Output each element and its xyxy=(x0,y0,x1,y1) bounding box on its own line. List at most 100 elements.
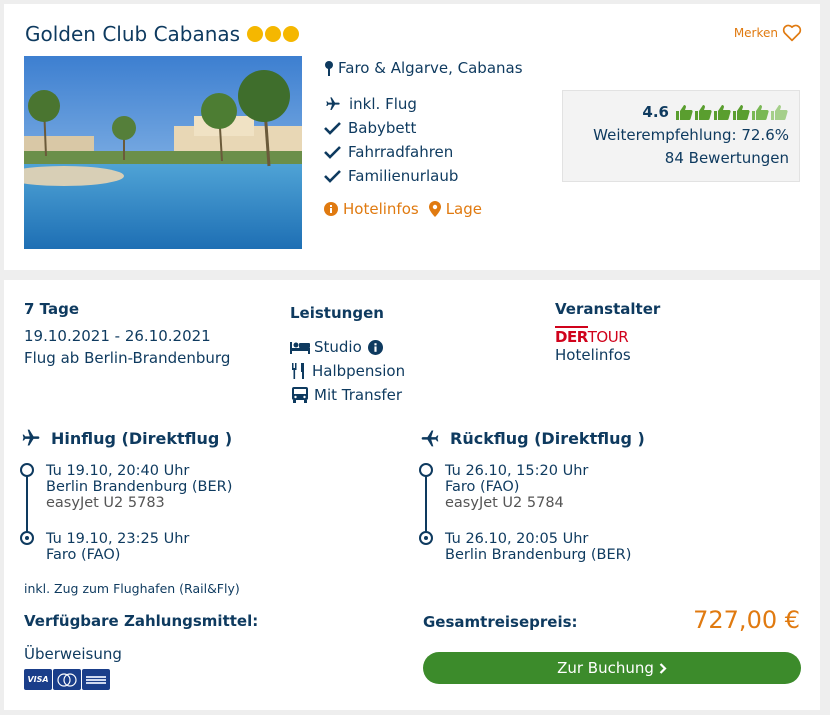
outbound-title: Hinflug (Direktflug ) xyxy=(51,428,233,448)
departure-airport: Faro (FAO) xyxy=(445,479,520,495)
rating-score: 4.6 xyxy=(642,103,669,121)
departure-dot xyxy=(20,463,34,477)
service-label: Studio xyxy=(314,338,362,356)
feature-label: Familienurlaub xyxy=(348,167,459,185)
flight-timeline xyxy=(26,470,28,540)
outbound-header: Hinflug (Direktflug ) xyxy=(20,428,350,448)
hotel-stars xyxy=(247,26,301,42)
book-button[interactable]: Zur Buchung xyxy=(423,652,801,684)
arrival-dot xyxy=(20,531,34,545)
flight-carrier: easyJet U2 5784 xyxy=(445,495,564,511)
flight-timeline xyxy=(425,470,427,540)
merken-label: Merken xyxy=(733,26,778,40)
star-icon xyxy=(265,26,282,42)
departure-time: Tu 26.10, 15:20 Uhr xyxy=(445,463,589,479)
thumbs-up-icon xyxy=(714,104,731,120)
dertour-logo: DERTOUR xyxy=(555,326,629,346)
info-icon[interactable] xyxy=(367,339,383,355)
outbound-departure: Tu 19.10, 20:40 Uhr Berlin Brandenburg (… xyxy=(46,463,232,511)
arrival-airport: Berlin Brandenburg (BER) xyxy=(445,547,632,563)
rating-thumbs xyxy=(675,104,789,121)
service-item: Mit Transfer xyxy=(290,383,405,407)
thumbs-up-icon xyxy=(695,104,712,120)
hotel-name[interactable]: Golden Club Cabanas xyxy=(25,22,240,46)
return-flight: Rückflug (Direktflug ) Tu 26.10, 15:20 U… xyxy=(419,428,749,568)
service-item: Halbpension xyxy=(290,359,405,383)
book-button-label: Zur Buchung xyxy=(557,659,654,677)
feature-item: Familienurlaub xyxy=(324,164,458,188)
american-express-icon xyxy=(82,669,110,690)
bed-icon xyxy=(290,342,310,354)
arrival-dot xyxy=(419,531,433,545)
location-text: Faro & Algarve, Cabanas xyxy=(338,59,523,77)
payment-card-logos: VISA xyxy=(24,669,111,690)
hotel-card: Golden Club Cabanas Merken Faro & Algarv… xyxy=(4,4,820,270)
thumbs-up-icon xyxy=(771,104,788,120)
plane-icon xyxy=(326,97,340,110)
thumbs-up-icon xyxy=(733,104,750,120)
services: Leistungen Studio Halbpension Mit Transf… xyxy=(290,304,405,407)
departure-airport: Berlin Brandenburg (BER) xyxy=(46,479,233,495)
map-marker-icon xyxy=(428,201,441,217)
plane-icon xyxy=(421,430,439,447)
lage-label: Lage xyxy=(445,200,482,218)
trip-dates: 19.10.2021 - 26.10.2021 xyxy=(24,327,211,345)
trip-departure: Flug ab Berlin-Brandenburg xyxy=(24,349,231,367)
outbound-flight: Hinflug (Direktflug ) Tu 19.10, 20:40 Uh… xyxy=(20,428,350,568)
recommendation-text: Weiterempfehlung: 72.6% xyxy=(593,126,789,144)
map-pin-icon xyxy=(325,61,333,76)
trip-info: 7 Tage 19.10.2021 - 26.10.2021 Flug ab B… xyxy=(24,300,230,367)
arrival-time: Tu 19.10, 23:25 Uhr xyxy=(46,531,190,547)
payment-method: Überweisung xyxy=(24,645,122,663)
feature-item: inkl. Flug xyxy=(324,92,458,116)
feature-label: Fahrradfahren xyxy=(348,143,454,161)
merken-button[interactable]: Merken xyxy=(734,24,802,42)
visa-icon: VISA xyxy=(24,669,52,690)
flight-carrier: easyJet U2 5783 xyxy=(46,495,165,511)
departure-time: Tu 19.10, 20:40 Uhr xyxy=(46,463,190,479)
check-icon xyxy=(324,146,341,159)
hotelinfos-link[interactable]: Hotelinfos xyxy=(324,200,419,218)
rating-box[interactable]: 4.6 Weiterempfehlung: 72.6% 84 Bewertung… xyxy=(562,90,800,182)
hotel-location: Faro & Algarve, Cabanas xyxy=(324,59,523,77)
payment-title: Verfügbare Zahlungsmittel: xyxy=(24,612,259,630)
feature-list: inkl. Flug Babybett Fahrradfahren Famili… xyxy=(324,92,458,188)
outbound-arrival: Tu 19.10, 23:25 Uhr Faro (FAO) xyxy=(46,531,189,563)
services-title: Leistungen xyxy=(290,304,384,322)
chevron-right-icon xyxy=(659,662,667,674)
arrival-time: Tu 26.10, 20:05 Uhr xyxy=(445,531,589,547)
operator: Veranstalter DERTOUR Hotelinfos xyxy=(555,300,660,364)
total-price: 727,00 € xyxy=(693,606,800,634)
trip-duration: 7 Tage xyxy=(24,300,79,318)
operator-title: Veranstalter xyxy=(555,300,661,318)
check-icon xyxy=(324,122,341,135)
service-label: Halbpension xyxy=(312,362,406,380)
mastercard-icon xyxy=(53,669,81,690)
hotelinfos-label: Hotelinfos xyxy=(343,200,419,218)
feature-item: Fahrradfahren xyxy=(324,140,458,164)
hotel-photo[interactable] xyxy=(24,56,302,249)
thumbs-up-icon xyxy=(676,104,693,120)
check-icon xyxy=(324,170,341,183)
star-icon xyxy=(247,26,264,42)
star-icon xyxy=(283,26,300,42)
hotel-links: Hotelinfos Lage xyxy=(324,200,492,218)
thumbs-up-icon xyxy=(752,104,769,120)
service-item: Studio xyxy=(290,335,405,359)
review-count[interactable]: 84 Bewertungen xyxy=(563,149,789,167)
service-label: Mit Transfer xyxy=(314,386,403,404)
return-header: Rückflug (Direktflug ) xyxy=(419,428,749,448)
hotel-title[interactable]: Golden Club Cabanas xyxy=(25,22,301,46)
operator-hotelinfos-link[interactable]: Hotelinfos xyxy=(555,346,660,364)
arrival-airport: Faro (FAO) xyxy=(46,547,121,563)
info-icon xyxy=(324,202,338,216)
return-arrival: Tu 26.10, 20:05 Uhr Berlin Brandenburg (… xyxy=(445,531,631,563)
offer-card: 7 Tage 19.10.2021 - 26.10.2021 Flug ab B… xyxy=(4,280,820,710)
lage-link[interactable]: Lage xyxy=(428,200,482,218)
heart-icon xyxy=(782,24,802,42)
feature-item: Babybett xyxy=(324,116,458,140)
rail-and-fly-note: inkl. Zug zum Flughafen (Rail&Fly) xyxy=(24,581,240,596)
rating-score-row: 4.6 xyxy=(563,103,789,121)
bus-icon xyxy=(292,387,308,403)
hotel-pool-image xyxy=(24,56,302,249)
